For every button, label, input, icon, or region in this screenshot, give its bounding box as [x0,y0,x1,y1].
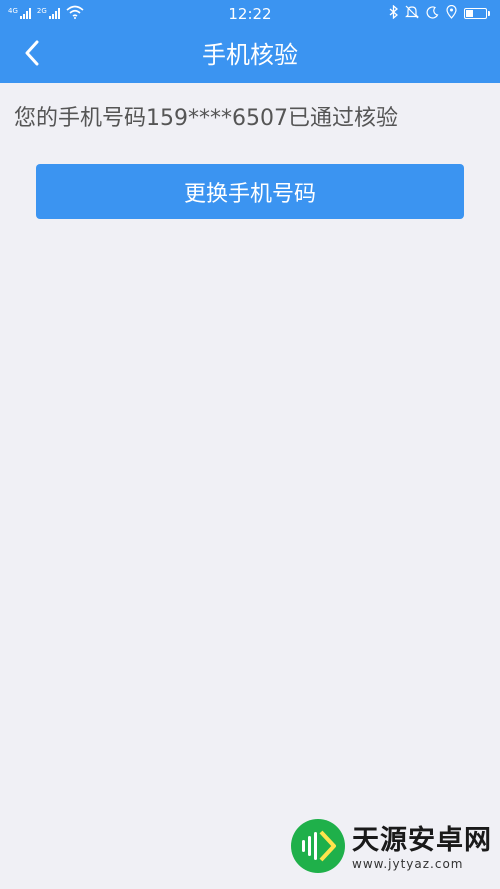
status-right [389,4,490,23]
sim2-signal: 2G [37,8,60,19]
nav-bar: 手机核验 [0,27,500,83]
silent-icon [405,4,419,23]
page-title: 手机核验 [202,41,298,69]
watermark-title: 天源安卓网 [352,825,492,856]
signal-icon [19,8,31,19]
battery-fill [466,10,474,17]
wifi-icon [66,4,84,23]
sim2-label: 2G [36,7,47,15]
status-bar: 4G 2G 12:22 [0,0,500,27]
sim1-signal: 4G [8,8,31,19]
verify-status-text: 您的手机号码159****6507已通过核验 [14,106,398,131]
bluetooth-icon [389,4,398,23]
watermark-text: 天源安卓网 www.jytyaz.com [352,825,492,871]
signal-icon [48,8,60,19]
sim1-label: 4G [8,7,18,15]
watermark: 天源安卓网 www.jytyaz.com [290,815,492,881]
back-button[interactable] [12,35,52,75]
app-screen: 4G 2G 12:22 手机核验 您的手机号码159****6507已通过核验 … [0,0,500,889]
watermark-logo [290,818,346,878]
status-left: 4G 2G [8,4,84,23]
watermark-url: www.jytyaz.com [352,857,464,871]
moon-icon [426,4,439,23]
back-icon [24,40,40,70]
battery-icon [464,8,490,19]
change-phone-button[interactable]: 更换手机号码 [36,164,464,219]
location-icon [446,4,457,23]
